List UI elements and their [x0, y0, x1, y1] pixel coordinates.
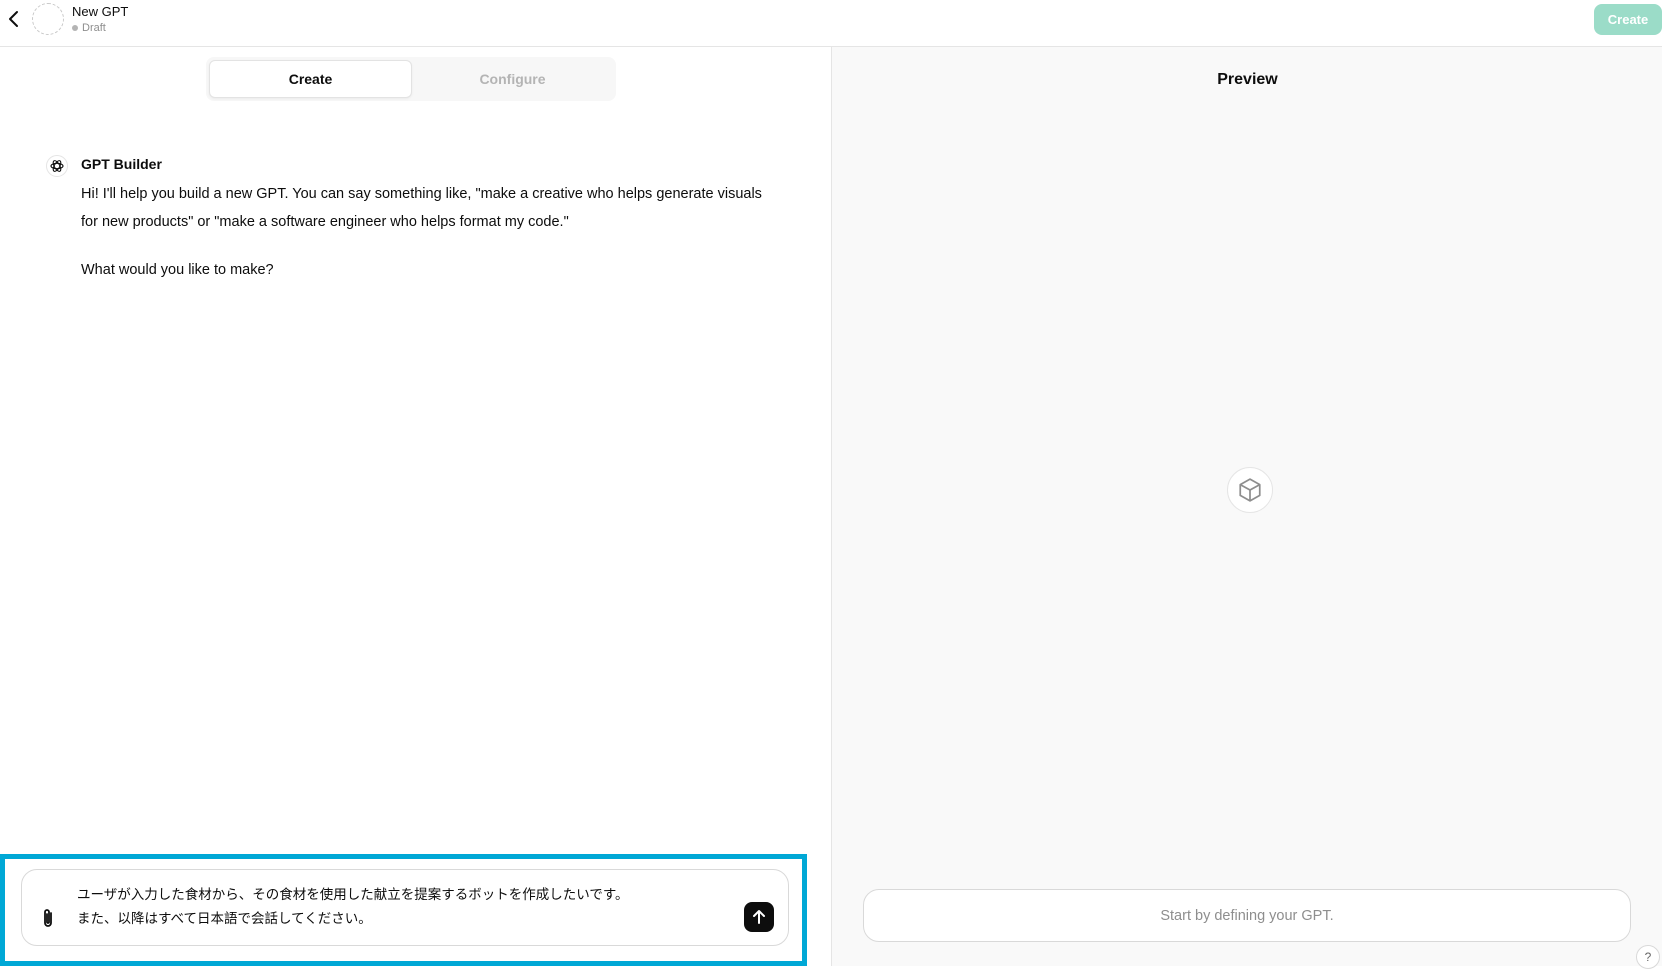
top-bar: New GPT Draft Create [0, 0, 1662, 47]
gpt-builder-avatar [46, 155, 68, 177]
gpt-avatar-placeholder[interactable] [32, 3, 64, 35]
builder-pane: Create Configure GPT Builder Hi! I'll he… [0, 47, 831, 966]
preview-message-input[interactable]: Start by defining your GPT. [863, 889, 1631, 942]
paperclip-icon [44, 909, 52, 927]
message-body: Hi! I'll help you build a new GPT. You c… [81, 180, 781, 304]
builder-tabs: Create Configure [206, 57, 616, 101]
tab-configure[interactable]: Configure [412, 60, 613, 98]
status-label: Draft [82, 22, 106, 34]
openai-logo-icon [50, 160, 64, 172]
cube-icon [1239, 478, 1261, 502]
message-author: GPT Builder [81, 156, 162, 172]
send-button[interactable] [744, 902, 774, 932]
preview-pane: Preview Start by defining your GPT. ? [831, 47, 1662, 969]
message-paragraph: What would you like to make? [81, 262, 274, 278]
arrow-up-icon [753, 910, 765, 924]
preview-title: Preview [1217, 71, 1278, 88]
gpt-status: Draft [72, 22, 106, 34]
gpt-name: New GPT [72, 4, 129, 19]
back-button[interactable] [4, 8, 24, 30]
status-dot-icon [72, 25, 78, 31]
tab-create[interactable]: Create [209, 60, 412, 98]
help-button[interactable]: ? [1636, 945, 1660, 969]
message-paragraph: Hi! I'll help you build a new GPT. You c… [81, 186, 762, 230]
chevron-left-icon [9, 11, 18, 27]
create-gpt-button[interactable]: Create [1594, 4, 1662, 35]
gpt-placeholder-avatar [1227, 467, 1273, 513]
message-composer[interactable]: ユーザが入力した食材から、その食材を使用した献立を提案するボットを作成したいです… [21, 869, 789, 946]
attach-button[interactable] [40, 907, 60, 931]
message-input[interactable]: ユーザが入力した食材から、その食材を使用した献立を提案するボットを作成したいです… [77, 883, 697, 931]
